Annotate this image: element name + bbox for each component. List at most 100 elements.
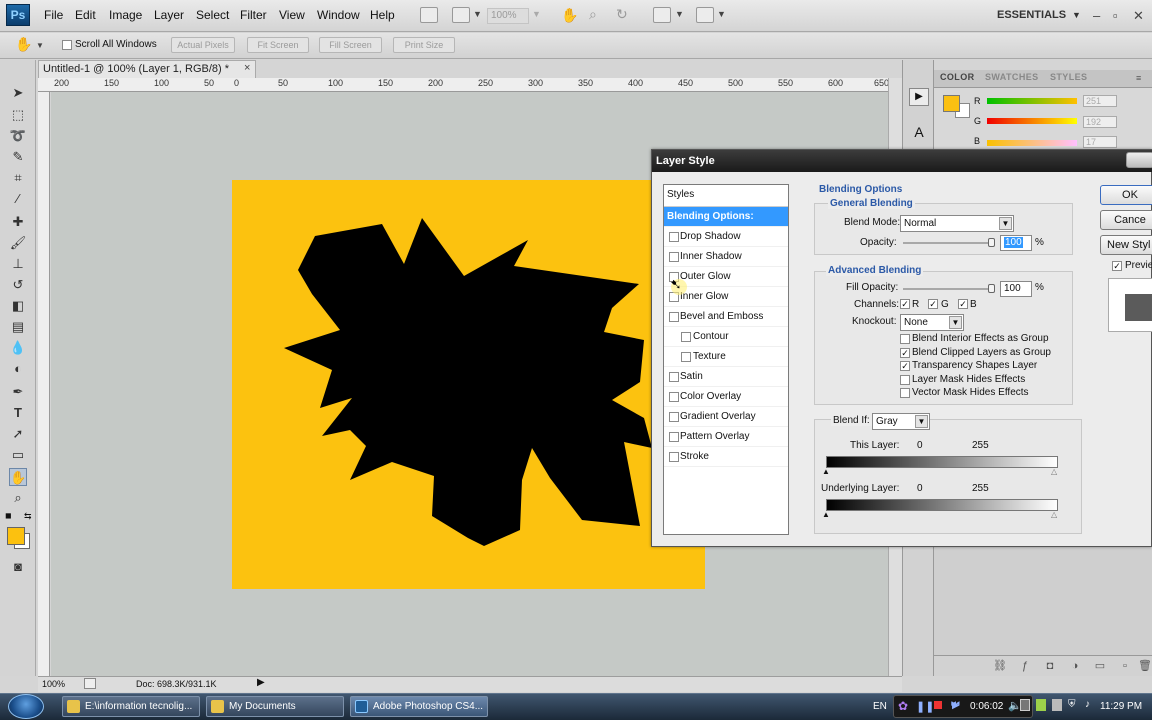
tray-app-icon[interactable] (1020, 699, 1030, 711)
style-pattern-overlay[interactable]: Pattern Overlay (664, 427, 788, 447)
language-indicator[interactable]: EN (873, 701, 887, 712)
blur-tool-icon[interactable]: 💧 (9, 339, 27, 357)
move-tool-icon[interactable]: ➤ (9, 84, 27, 102)
channel-b-value[interactable]: 17 (1083, 136, 1117, 148)
dialog-close-button[interactable] (1126, 152, 1152, 168)
workspace-switcher[interactable]: ESSENTIALS (997, 9, 1066, 21)
close-icon[interactable]: × (244, 62, 250, 74)
tray-battery-icon[interactable] (1036, 699, 1046, 711)
style-satin-checkbox[interactable] (669, 372, 679, 382)
tray-shield-icon[interactable]: ⛨ (1068, 699, 1076, 710)
chevron-down-icon[interactable]: ▼ (36, 41, 44, 50)
default-colors-icon[interactable]: ◼ (5, 511, 12, 520)
screen-mode-icon[interactable] (696, 7, 714, 23)
style-gradient-overlay[interactable]: Gradient Overlay (664, 407, 788, 427)
style-bevel-emboss-checkbox[interactable] (669, 312, 679, 322)
scroll-all-windows-checkbox[interactable] (62, 40, 72, 50)
opacity-input[interactable]: 100 (1000, 235, 1032, 251)
actual-pixels-button[interactable]: Actual Pixels (171, 37, 235, 53)
this-layer-gradient[interactable] (826, 456, 1058, 468)
status-zoom[interactable]: 100% (42, 679, 65, 689)
new-layer-icon[interactable]: ▫ (1119, 660, 1131, 672)
status-icon[interactable] (84, 678, 96, 689)
underlying-layer-gradient[interactable] (826, 499, 1058, 511)
tab-color[interactable]: COLOR (940, 72, 975, 82)
dodge-tool-icon[interactable]: ◐ (9, 360, 27, 378)
style-color-overlay-checkbox[interactable] (669, 392, 679, 402)
layer-mask-icon[interactable]: ◘ (1044, 660, 1056, 672)
healing-brush-tool-icon[interactable]: ✚ (9, 213, 27, 231)
chevron-down-icon[interactable]: ▼ (532, 9, 541, 19)
style-gradient-overlay-checkbox[interactable] (669, 412, 679, 422)
style-inner-shadow-checkbox[interactable] (669, 252, 679, 262)
menu-select[interactable]: Select (196, 8, 229, 22)
tray-volume-icon[interactable]: ♪ (1085, 699, 1090, 710)
link-layers-icon[interactable]: ⛓ (993, 660, 1007, 672)
arrange-documents-icon[interactable] (653, 7, 671, 23)
document-canvas[interactable] (232, 180, 705, 589)
channel-g-value[interactable]: 192 (1083, 116, 1117, 128)
new-group-icon[interactable]: ▭ (1094, 660, 1106, 672)
character-panel-icon[interactable]: A (909, 124, 929, 142)
style-drop-shadow[interactable]: Drop Shadow (664, 227, 788, 247)
eraser-tool-icon[interactable]: ◧ (9, 297, 27, 315)
chevron-down-icon[interactable]: ▼ (999, 217, 1012, 230)
style-color-overlay[interactable]: Color Overlay (664, 387, 788, 407)
style-bevel-emboss[interactable]: Bevel and Emboss (664, 307, 788, 327)
pen-tool-icon[interactable]: ✒ (9, 383, 27, 401)
this-layer-white-knob[interactable]: △ (1051, 467, 1057, 476)
menu-file[interactable]: File (44, 8, 63, 22)
panel-menu-icon[interactable]: ≡ (1136, 73, 1141, 83)
style-satin[interactable]: Satin (664, 367, 788, 387)
channel-g-checkbox[interactable]: ✓ (928, 299, 938, 309)
styles-header[interactable]: Styles (667, 189, 694, 200)
type-tool-icon[interactable]: T (9, 404, 27, 422)
close-button[interactable]: ✕ (1133, 8, 1144, 24)
actions-panel-icon[interactable]: ▶ (909, 88, 929, 106)
tab-swatches[interactable]: SWATCHES (985, 72, 1039, 82)
ok-button[interactable]: OK (1100, 185, 1152, 205)
hand-tool-preset-icon[interactable]: ✋ (15, 36, 32, 53)
clock[interactable]: 11:29 PM (1100, 701, 1142, 712)
status-menu-arrow-icon[interactable]: ▶ (257, 677, 265, 688)
channel-g-slider[interactable] (987, 118, 1077, 124)
blend-clipped-checkbox[interactable]: ✓ (900, 348, 910, 358)
channel-r-slider[interactable] (987, 98, 1077, 104)
style-inner-shadow[interactable]: Inner Shadow (664, 247, 788, 267)
delete-layer-icon[interactable]: 🗑 (1138, 660, 1152, 672)
path-selection-tool-icon[interactable]: ➚ (9, 425, 27, 443)
view-extras-icon[interactable] (452, 7, 470, 23)
new-style-button[interactable]: New Styl (1100, 235, 1152, 255)
hand-tool-icon[interactable]: ✋ (9, 468, 27, 486)
quick-mask-icon[interactable]: ◙ (9, 558, 27, 576)
menu-help[interactable]: Help (370, 8, 395, 22)
underlying-black-knob[interactable]: ▲ (822, 510, 830, 519)
blend-if-select[interactable]: Gray ▼ (872, 413, 930, 430)
fill-opacity-slider[interactable] (903, 288, 995, 290)
taskbar-item-my-documents[interactable]: My Documents (206, 696, 344, 717)
shape-tool-icon[interactable]: ▭ (9, 446, 27, 464)
marquee-tool-icon[interactable]: ⬚ (9, 106, 27, 124)
zoom-level-combo[interactable]: 100% (487, 8, 529, 24)
tab-styles[interactable]: STYLES (1050, 72, 1087, 82)
play-icon[interactable]: ▶ (952, 700, 960, 711)
channel-r-checkbox[interactable]: ✓ (900, 299, 910, 309)
menu-filter[interactable]: Filter (240, 8, 267, 22)
opacity-slider[interactable] (903, 242, 995, 244)
style-texture-checkbox[interactable] (681, 352, 691, 362)
brush-tool-icon[interactable]: 🖌 (9, 234, 27, 252)
start-button[interactable] (8, 694, 44, 719)
quick-selection-tool-icon[interactable]: ✎ (9, 148, 27, 166)
chevron-down-icon[interactable]: ▼ (675, 9, 684, 19)
preview-checkbox[interactable]: ✓ (1112, 261, 1122, 271)
layer-style-icon[interactable]: ƒ (1019, 660, 1031, 672)
swap-colors-icon[interactable]: ⇆ (24, 511, 32, 522)
style-contour-checkbox[interactable] (681, 332, 691, 342)
this-layer-black-knob[interactable]: ▲ (822, 467, 830, 476)
layer-mask-hides-checkbox[interactable] (900, 375, 910, 385)
knockout-select[interactable]: None ▼ (900, 314, 964, 331)
maximize-button[interactable]: ▫ (1113, 8, 1118, 23)
channel-r-value[interactable]: 251 (1083, 95, 1117, 107)
zoom-tool-icon[interactable]: ⌕ (589, 6, 597, 23)
clone-stamp-tool-icon[interactable]: ⊥ (9, 255, 27, 273)
